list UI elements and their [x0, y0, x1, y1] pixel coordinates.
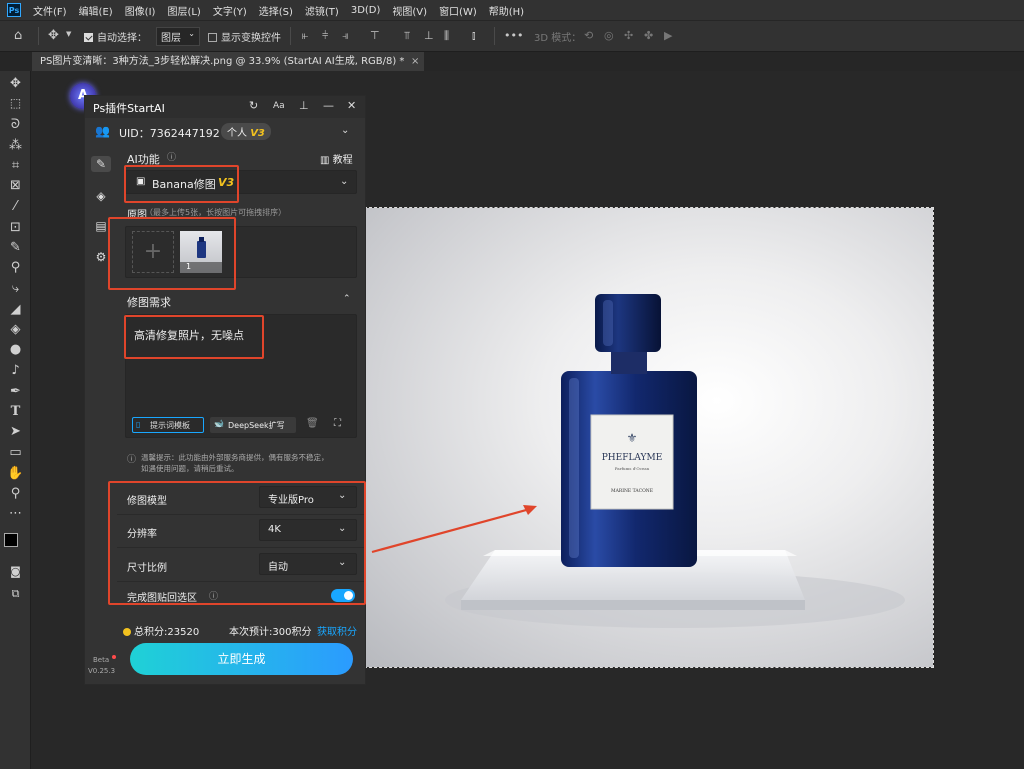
- layers-icon[interactable]: ◈: [93, 188, 109, 204]
- font-size-icon[interactable]: Aa: [273, 101, 285, 111]
- pin-icon[interactable]: ⊥: [299, 99, 309, 112]
- prompt-template-label: 提示词模板: [150, 421, 190, 430]
- total-points: 总积分:23520: [123, 623, 199, 638]
- prompt-template-button[interactable]: ▯ 提示词模板: [132, 417, 204, 433]
- version-label: V0.25.3: [88, 667, 116, 675]
- book-icon: ▥: [320, 155, 330, 166]
- tip-text-1: 温馨提示：此功能由外部服务商提供，偶有服务不稳定，: [141, 453, 329, 462]
- plan-badge: 个人 V3: [221, 123, 271, 140]
- annotation-box-settings: [108, 481, 366, 605]
- deepseek-label: DeepSeek扩写: [228, 421, 285, 430]
- plugin-header: Ps插件StartAI ↻ Aa ⊥ — ✕: [85, 96, 365, 118]
- template-icon: ▯: [136, 420, 141, 429]
- uid-text: UID：7362447192: [119, 127, 220, 140]
- chevron-down-icon: ⌄: [340, 176, 349, 187]
- expand-icon[interactable]: ⛶: [334, 418, 341, 429]
- points-text: 总积分:23520: [134, 627, 200, 638]
- tip-info-icon: ⓘ: [127, 455, 137, 465]
- tutorial-link[interactable]: ▥ 教程: [320, 151, 353, 166]
- notification-dot: [112, 655, 116, 659]
- coin-icon: [123, 628, 131, 636]
- tip-text-2: 如遇使用问题，请稍后重试。: [141, 464, 239, 473]
- document-icon[interactable]: ▤: [93, 218, 109, 234]
- generate-button[interactable]: 立即生成: [130, 643, 353, 675]
- close-icon[interactable]: ✕: [347, 99, 356, 112]
- edit-icon[interactable]: ✎: [91, 156, 111, 172]
- info-icon[interactable]: ⓘ: [167, 150, 176, 163]
- chevron-down-icon[interactable]: ⌄: [341, 125, 349, 136]
- trash-icon[interactable]: 🗑: [306, 418, 319, 429]
- tutorial-label: 教程: [332, 155, 353, 166]
- annotation-box-function: [124, 165, 239, 203]
- chevron-up-icon[interactable]: ⌃: [343, 294, 351, 304]
- refresh-icon[interactable]: ↻: [249, 99, 258, 112]
- gear-icon[interactable]: ⚙: [93, 249, 109, 265]
- beta-label: Beta: [93, 656, 110, 664]
- deepseek-button[interactable]: 🐋 DeepSeek扩写: [210, 417, 296, 433]
- deepseek-icon: 🐋: [214, 419, 224, 428]
- get-points-link[interactable]: 获取积分: [317, 623, 357, 638]
- cost-text: 本次预计:300积分: [229, 627, 312, 638]
- plugin-title: Ps插件StartAI: [93, 102, 165, 115]
- plan-version: V3: [250, 128, 265, 139]
- minimize-icon[interactable]: —: [323, 99, 334, 112]
- uid-row: 👥 UID：7362447192 个人 V3 ⌄: [85, 118, 365, 144]
- annotation-box-requirement: [124, 315, 264, 359]
- users-icon: 👥: [95, 124, 110, 138]
- plan-text: 个人: [227, 128, 247, 139]
- annotation-box-source: [108, 217, 236, 290]
- requirement-label: 修图需求: [127, 296, 171, 309]
